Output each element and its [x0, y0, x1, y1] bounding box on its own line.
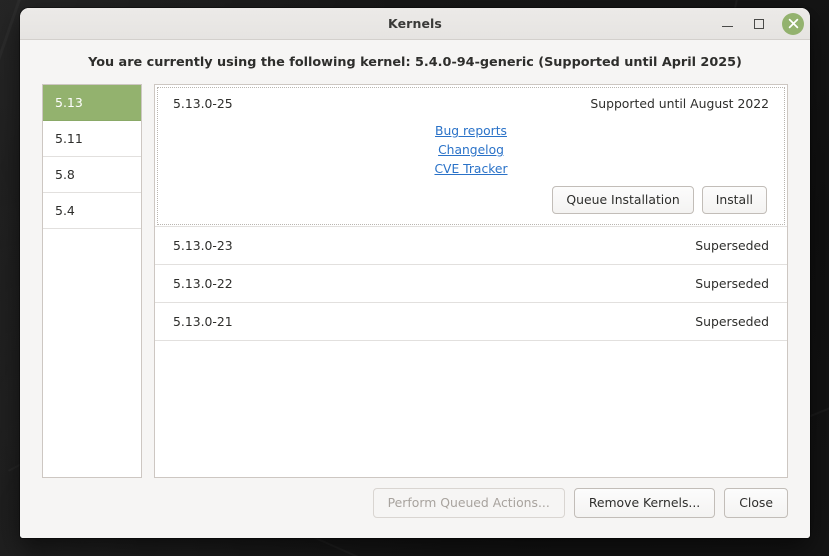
- kernel-version: 5.13.0-23: [173, 238, 233, 253]
- kernel-row-header: 5.13.0-23 Superseded: [173, 227, 769, 264]
- dialog-action-bar: Perform Queued Actions... Remove Kernels…: [20, 478, 810, 538]
- sidebar-item-label: 5.13: [55, 95, 83, 110]
- sidebar-item-label: 5.8: [55, 167, 75, 182]
- sidebar-item-5-8[interactable]: 5.8: [43, 157, 141, 193]
- current-kernel-banner: You are currently using the following ke…: [20, 40, 810, 84]
- table-row[interactable]: 5.13.0-25 Supported until August 2022 Bu…: [155, 85, 787, 227]
- window-controls: [718, 13, 802, 35]
- kernel-status: Superseded: [695, 314, 769, 329]
- cve-tracker-link[interactable]: CVE Tracker: [434, 162, 507, 176]
- kernel-row-header: 5.13.0-25 Supported until August 2022: [173, 85, 769, 122]
- changelog-link[interactable]: Changelog: [438, 143, 504, 157]
- kernel-row-header: 5.13.0-21 Superseded: [173, 303, 769, 340]
- kernel-version: 5.13.0-21: [173, 314, 233, 329]
- close-button[interactable]: [782, 13, 804, 35]
- maximize-button[interactable]: [750, 15, 768, 33]
- close-dialog-button[interactable]: Close: [724, 488, 788, 518]
- kernel-series-sidebar: 5.13 5.11 5.8 5.4: [42, 84, 142, 478]
- table-row[interactable]: 5.13.0-21 Superseded: [155, 303, 787, 341]
- sidebar-item-5-13[interactable]: 5.13: [43, 85, 141, 121]
- kernel-row-actions: Queue Installation Install: [173, 186, 769, 214]
- table-row[interactable]: 5.13.0-22 Superseded: [155, 265, 787, 303]
- kernel-status: Supported until August 2022: [590, 96, 769, 111]
- table-row[interactable]: 5.13.0-23 Superseded: [155, 227, 787, 265]
- sidebar-item-label: 5.4: [55, 203, 75, 218]
- content-area: 5.13 5.11 5.8 5.4 5.13.0-25 Supported un…: [20, 84, 810, 478]
- kernel-list: 5.13.0-25 Supported until August 2022 Bu…: [154, 84, 788, 478]
- kernel-version: 5.13.0-22: [173, 276, 233, 291]
- remove-kernels-button[interactable]: Remove Kernels...: [574, 488, 715, 518]
- sidebar-item-5-11[interactable]: 5.11: [43, 121, 141, 157]
- window-title: Kernels: [20, 16, 810, 31]
- queue-installation-button[interactable]: Queue Installation: [552, 186, 693, 214]
- kernels-window: Kernels You are currently using the foll…: [20, 8, 810, 538]
- kernel-list-empty-space: [155, 341, 787, 477]
- bug-reports-link[interactable]: Bug reports: [435, 124, 507, 138]
- kernel-status: Superseded: [695, 238, 769, 253]
- minimize-icon: [722, 26, 733, 28]
- kernel-links: Bug reports Changelog CVE Tracker: [173, 122, 769, 186]
- kernel-version: 5.13.0-25: [173, 96, 233, 111]
- kernel-status: Superseded: [695, 276, 769, 291]
- install-button[interactable]: Install: [702, 186, 767, 214]
- close-icon: [788, 18, 799, 29]
- perform-queued-actions-button[interactable]: Perform Queued Actions...: [373, 488, 565, 518]
- current-kernel-text: You are currently using the following ke…: [88, 55, 742, 70]
- minimize-button[interactable]: [718, 15, 736, 33]
- title-bar: Kernels: [20, 8, 810, 40]
- sidebar-item-5-4[interactable]: 5.4: [43, 193, 141, 229]
- sidebar-item-label: 5.11: [55, 131, 83, 146]
- maximize-icon: [754, 19, 764, 29]
- kernel-row-header: 5.13.0-22 Superseded: [173, 265, 769, 302]
